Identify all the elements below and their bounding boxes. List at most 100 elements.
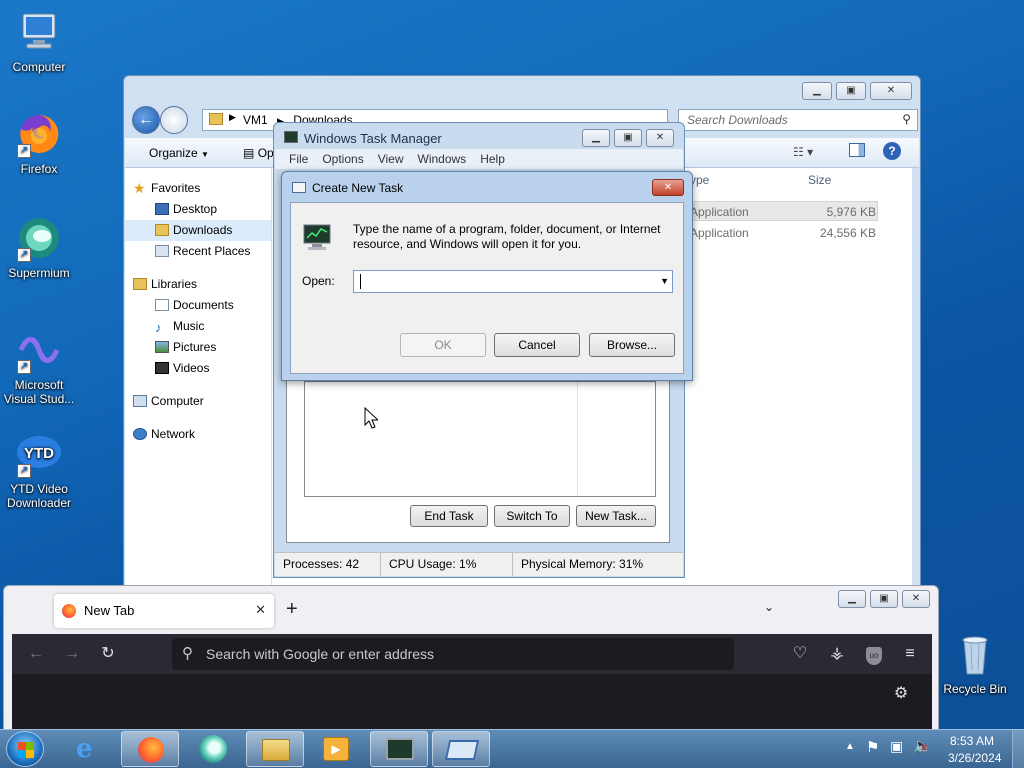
- open-combobox[interactable]: ▼: [353, 270, 673, 293]
- sidebar-item-computer[interactable]: Computer: [125, 391, 271, 412]
- tab-new-tab[interactable]: New Tab ✕: [54, 594, 274, 628]
- search-input[interactable]: Search Downloads ⚲: [678, 109, 918, 131]
- music-icon: ♪: [155, 320, 162, 335]
- organize-button[interactable]: Organize ▼: [149, 146, 209, 160]
- desktop-icon-recycle-bin[interactable]: Recycle Bin: [937, 630, 1013, 696]
- network-icon: [133, 428, 147, 440]
- sidebar-label: Desktop: [173, 202, 218, 216]
- minimize-button[interactable]: ▁: [838, 590, 866, 608]
- internet-explorer-icon: e: [76, 734, 93, 764]
- taskbar-item-task-manager[interactable]: [370, 731, 428, 767]
- close-button[interactable]: ✕: [646, 129, 674, 147]
- sidebar-label: Computer: [151, 394, 204, 408]
- windows-logo-icon: [18, 742, 34, 758]
- pocket-icon[interactable]: ♡: [788, 642, 812, 666]
- show-desktop-button[interactable]: [1012, 730, 1024, 768]
- menu-options[interactable]: Options: [322, 152, 363, 169]
- desktop-icon-visual-studio[interactable]: ↗ Microsoft Visual Stud...: [1, 326, 77, 406]
- taskbar-item-media-player[interactable]: ▶: [307, 731, 365, 767]
- maximize-button[interactable]: ▣: [870, 590, 898, 608]
- sidebar-item-pictures[interactable]: Pictures: [125, 337, 271, 358]
- browse-button[interactable]: Browse...: [589, 333, 675, 357]
- preview-pane-icon[interactable]: [849, 143, 865, 157]
- start-button[interactable]: [6, 731, 44, 767]
- search-placeholder: Search Downloads: [687, 113, 788, 127]
- close-button[interactable]: ✕: [652, 179, 684, 196]
- settings-gear-icon[interactable]: ⚙: [889, 682, 913, 706]
- taskbar-item-firefox[interactable]: [121, 731, 179, 767]
- menu-file[interactable]: File: [289, 152, 308, 169]
- ok-button[interactable]: OK: [400, 333, 486, 357]
- new-task-button[interactable]: New Task...: [576, 505, 656, 527]
- taskbar-item-explorer[interactable]: [246, 731, 304, 767]
- search-icon: ⚲: [182, 645, 193, 662]
- firefox-page-content: ⚙: [12, 674, 932, 730]
- taskbar-item-internet-explorer[interactable]: e: [60, 731, 118, 767]
- help-icon[interactable]: ?: [883, 142, 901, 160]
- clock-time[interactable]: 8:53 AM: [950, 734, 994, 748]
- switch-to-button[interactable]: Switch To: [494, 505, 570, 527]
- pictures-icon: [155, 341, 169, 353]
- desktop-icon-firefox[interactable]: ↗ Firefox: [1, 110, 77, 176]
- forward-arrow-icon[interactable]: →: [60, 642, 84, 666]
- taskbar-item-supermium[interactable]: [184, 731, 242, 767]
- close-button[interactable]: ✕: [902, 590, 930, 608]
- maximize-button[interactable]: ▣: [836, 82, 866, 100]
- cancel-button[interactable]: Cancel: [494, 333, 580, 357]
- task-manager-caption-buttons: ▁ ▣ ✕: [582, 129, 674, 147]
- application-list[interactable]: [304, 381, 656, 497]
- sidebar-item-network[interactable]: Network: [125, 424, 271, 445]
- chevron-down-icon: ▼: [201, 150, 209, 159]
- sidebar-item-recent-places[interactable]: Recent Places: [125, 241, 271, 262]
- close-button[interactable]: ✕: [870, 82, 912, 100]
- dropdown-arrow-icon[interactable]: ▼: [660, 276, 669, 286]
- breadcrumb-vm1[interactable]: VM1: [243, 113, 268, 127]
- action-center-flag-icon[interactable]: ⚑: [866, 738, 879, 756]
- volume-muted-icon[interactable]: 🔈 ✕: [913, 737, 932, 755]
- sidebar-item-music[interactable]: ♪ Music: [125, 316, 271, 337]
- minimize-button[interactable]: ▁: [802, 82, 832, 100]
- open-button[interactable]: ▤ Op: [243, 146, 274, 160]
- open-input[interactable]: [356, 273, 646, 290]
- new-tab-plus-icon[interactable]: +: [286, 598, 298, 621]
- open-icon: ▤: [243, 146, 255, 160]
- desktop-icon-computer[interactable]: Computer: [1, 8, 77, 74]
- sidebar-item-libraries[interactable]: Libraries: [125, 274, 271, 295]
- task-manager-icon: [386, 738, 414, 760]
- clock-date[interactable]: 3/26/2024: [948, 751, 1001, 765]
- minimize-button[interactable]: ▁: [582, 129, 610, 147]
- desktop-icon-supermium[interactable]: ↗ Supermium: [1, 214, 77, 280]
- menu-windows[interactable]: Windows: [418, 152, 467, 169]
- network-icon[interactable]: ▣: [890, 738, 903, 755]
- sidebar-label: Recent Places: [173, 244, 251, 258]
- sidebar-item-favorites[interactable]: ★ Favorites: [125, 178, 271, 199]
- sidebar-item-desktop[interactable]: Desktop: [125, 199, 271, 220]
- url-bar[interactable]: ⚲ Search with Google or enter address: [172, 638, 734, 670]
- hamburger-menu-icon[interactable]: ≡: [898, 642, 922, 666]
- view-options-icon[interactable]: ☷ ▾: [793, 145, 813, 159]
- end-task-button[interactable]: End Task: [410, 505, 488, 527]
- desktop-icon-ytd[interactable]: YTD ↗ YTD Video Downloader: [1, 430, 77, 510]
- shortcut-arrow-icon: ↗: [17, 464, 31, 478]
- sidebar-item-documents[interactable]: Documents: [125, 295, 271, 316]
- extensions-icon[interactable]: ⚶: [825, 642, 849, 666]
- taskbar-item-run-dialog[interactable]: [432, 731, 490, 767]
- show-hidden-icons-chevron-icon[interactable]: ▲: [845, 741, 855, 752]
- reload-icon[interactable]: ↻: [96, 642, 120, 666]
- forward-button[interactable]: [160, 106, 188, 134]
- back-arrow-icon[interactable]: ←: [24, 642, 48, 666]
- dialog-body: Type the name of a program, folder, docu…: [290, 202, 684, 374]
- sidebar-item-downloads[interactable]: Downloads: [125, 220, 271, 241]
- column-header-size[interactable]: Size: [808, 168, 831, 192]
- menu-help[interactable]: Help: [480, 152, 505, 169]
- ublock-icon[interactable]: uo: [862, 642, 886, 666]
- maximize-button[interactable]: ▣: [614, 129, 642, 147]
- back-button[interactable]: ←: [132, 106, 160, 134]
- close-tab-icon[interactable]: ✕: [255, 602, 266, 618]
- tab-title: New Tab: [84, 603, 135, 618]
- folder-icon: [209, 113, 223, 125]
- sidebar-item-videos[interactable]: Videos: [125, 358, 271, 379]
- open-label: Op: [257, 146, 274, 160]
- list-all-tabs-chevron-icon[interactable]: ⌄: [764, 600, 774, 614]
- menu-view[interactable]: View: [378, 152, 404, 169]
